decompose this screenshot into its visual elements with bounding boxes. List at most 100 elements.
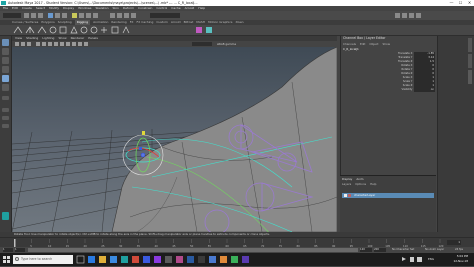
file-explorer-icon [99, 256, 106, 263]
clock-date: 12-Nov-18 [453, 259, 468, 263]
start-range-field[interactable]: 1 [15, 248, 25, 252]
layer-menu-help[interactable]: Help [370, 182, 376, 186]
open-scene-icon [31, 13, 36, 18]
point-constraint-icon [90, 26, 98, 34]
system-clock[interactable]: 5:04 PM 12-Nov-18 [453, 254, 468, 264]
search-icon [15, 257, 19, 261]
layer-color-icon[interactable] [348, 194, 351, 197]
layer-editor: Display Anim Layers Options Help charact… [340, 175, 436, 233]
window-title: Autodesk Maya 2017 - Student Version: C:… [8, 1, 198, 5]
current-frame-field[interactable]: 1 [447, 240, 461, 245]
network-icon [410, 257, 414, 262]
anim-layer-menu[interactable]: No Anim Layer [425, 248, 444, 252]
shadows-icon [66, 42, 70, 46]
image-plane-icon [27, 42, 31, 46]
camera-attributes-icon [15, 42, 19, 46]
chrome-icon [132, 256, 139, 263]
task-view-icon [76, 255, 85, 264]
viewport-scene [12, 47, 337, 232]
layout-side-icon[interactable] [2, 124, 9, 128]
ik-handle-icon [25, 26, 35, 34]
last-tool-icon[interactable] [2, 96, 9, 100]
layout-four-icon[interactable] [2, 116, 9, 120]
mail-icon [209, 256, 216, 263]
render-icon [117, 13, 122, 18]
viewport-3d[interactable] [12, 47, 337, 232]
xray-joints-icon [78, 42, 82, 46]
paint-select-tool-icon[interactable] [2, 57, 9, 64]
layer-menu-options[interactable]: Options [355, 182, 366, 186]
store-icon [110, 256, 117, 263]
start-frame-field[interactable]: 1 [3, 248, 13, 252]
blend-shape-icon [196, 27, 202, 33]
attribute-editor-tab-icon [468, 38, 472, 52]
tool-settings-tab-icon [468, 54, 472, 68]
layer-menu-layers[interactable]: Layers [342, 182, 351, 186]
snap-surface-icon [93, 13, 98, 18]
toolbox [0, 36, 12, 232]
show-hidden-icon [402, 257, 406, 261]
character-set-menu[interactable]: No Character Set [392, 248, 414, 252]
new-scene-icon [24, 13, 29, 18]
wrap-deformer-icon [206, 27, 212, 33]
snap-curve-icon [79, 13, 84, 18]
layer-tab-anim[interactable]: Anim [356, 177, 363, 181]
select-component-icon [62, 13, 67, 18]
maya-taskbar-icon [121, 256, 128, 263]
channel-box-icon [416, 13, 421, 18]
layer-row[interactable]: characterLayer [342, 193, 434, 198]
layout-single-icon[interactable] [2, 108, 9, 112]
select-tool-icon[interactable] [2, 39, 9, 46]
grid-icon [36, 42, 40, 46]
channel-menu-channels[interactable]: Channels [343, 42, 356, 46]
joint-tool-icon [13, 26, 23, 34]
modeling-toolkit-icon [395, 13, 400, 18]
select-hierarchy-icon [48, 13, 53, 18]
selected-object-name[interactable]: C_R_localJ1 [343, 47, 359, 51]
edge-browser-icon [88, 256, 95, 263]
lasso-tool-icon[interactable] [2, 48, 9, 55]
snap-point-icon [86, 13, 91, 18]
lights-icon [60, 42, 64, 46]
photoshop-icon [143, 256, 150, 263]
channel-row[interactable]: Visibility on [381, 88, 435, 92]
side-strip-icons [468, 38, 472, 84]
move-tool-icon[interactable] [2, 66, 9, 73]
rotate-tool-icon[interactable] [2, 75, 9, 82]
search-placeholder: Type here to search [21, 257, 53, 261]
language-indicator[interactable]: ENG [428, 257, 434, 261]
fps-menu[interactable]: 24 fps [455, 248, 463, 252]
channel-menu-object[interactable]: Object [369, 42, 378, 46]
range-bar[interactable] [28, 248, 358, 252]
help-line-text: Rotate Tool: Use manipulator to rotate o… [14, 232, 270, 236]
layer-tab-display[interactable]: Display [342, 177, 352, 181]
layer-menu: Layers Options Help [342, 182, 376, 186]
xray-icon [72, 42, 76, 46]
orient-constraint-icon [80, 26, 88, 34]
media-icon [176, 256, 183, 263]
status-line-icons [3, 13, 421, 18]
layer-name[interactable]: characterLayer [354, 193, 375, 197]
snap-grid-icon [72, 13, 77, 18]
channel-menu-edit[interactable]: Edit [360, 42, 365, 46]
lattice-icon [122, 26, 130, 34]
current-time-marker [14, 239, 16, 247]
channel-box-title[interactable]: Channel Box / Layer Editor [343, 36, 385, 40]
smooth-shade-icon [48, 42, 52, 46]
paint-weights-icon [59, 26, 67, 34]
anim-end-field[interactable]: 200 [374, 248, 386, 252]
channel-box-menu: Channels Edit Object Show [343, 42, 435, 46]
channel-menu-show[interactable]: Show [382, 42, 390, 46]
select-object-icon [55, 13, 60, 18]
mirror-joint-icon [70, 26, 78, 34]
shelf-icons [13, 26, 212, 34]
end-range-field[interactable]: 120 [360, 248, 372, 252]
scale-tool-icon[interactable] [2, 84, 9, 91]
taskbar-search-input[interactable]: Type here to search [13, 255, 73, 264]
save-scene-icon [38, 13, 43, 18]
volume-icon [417, 257, 422, 262]
history-icon [110, 13, 115, 18]
attribute-editor-icon [402, 13, 407, 18]
ipr-render-icon [124, 13, 129, 18]
visibility-toggle-icon[interactable] [344, 194, 347, 197]
